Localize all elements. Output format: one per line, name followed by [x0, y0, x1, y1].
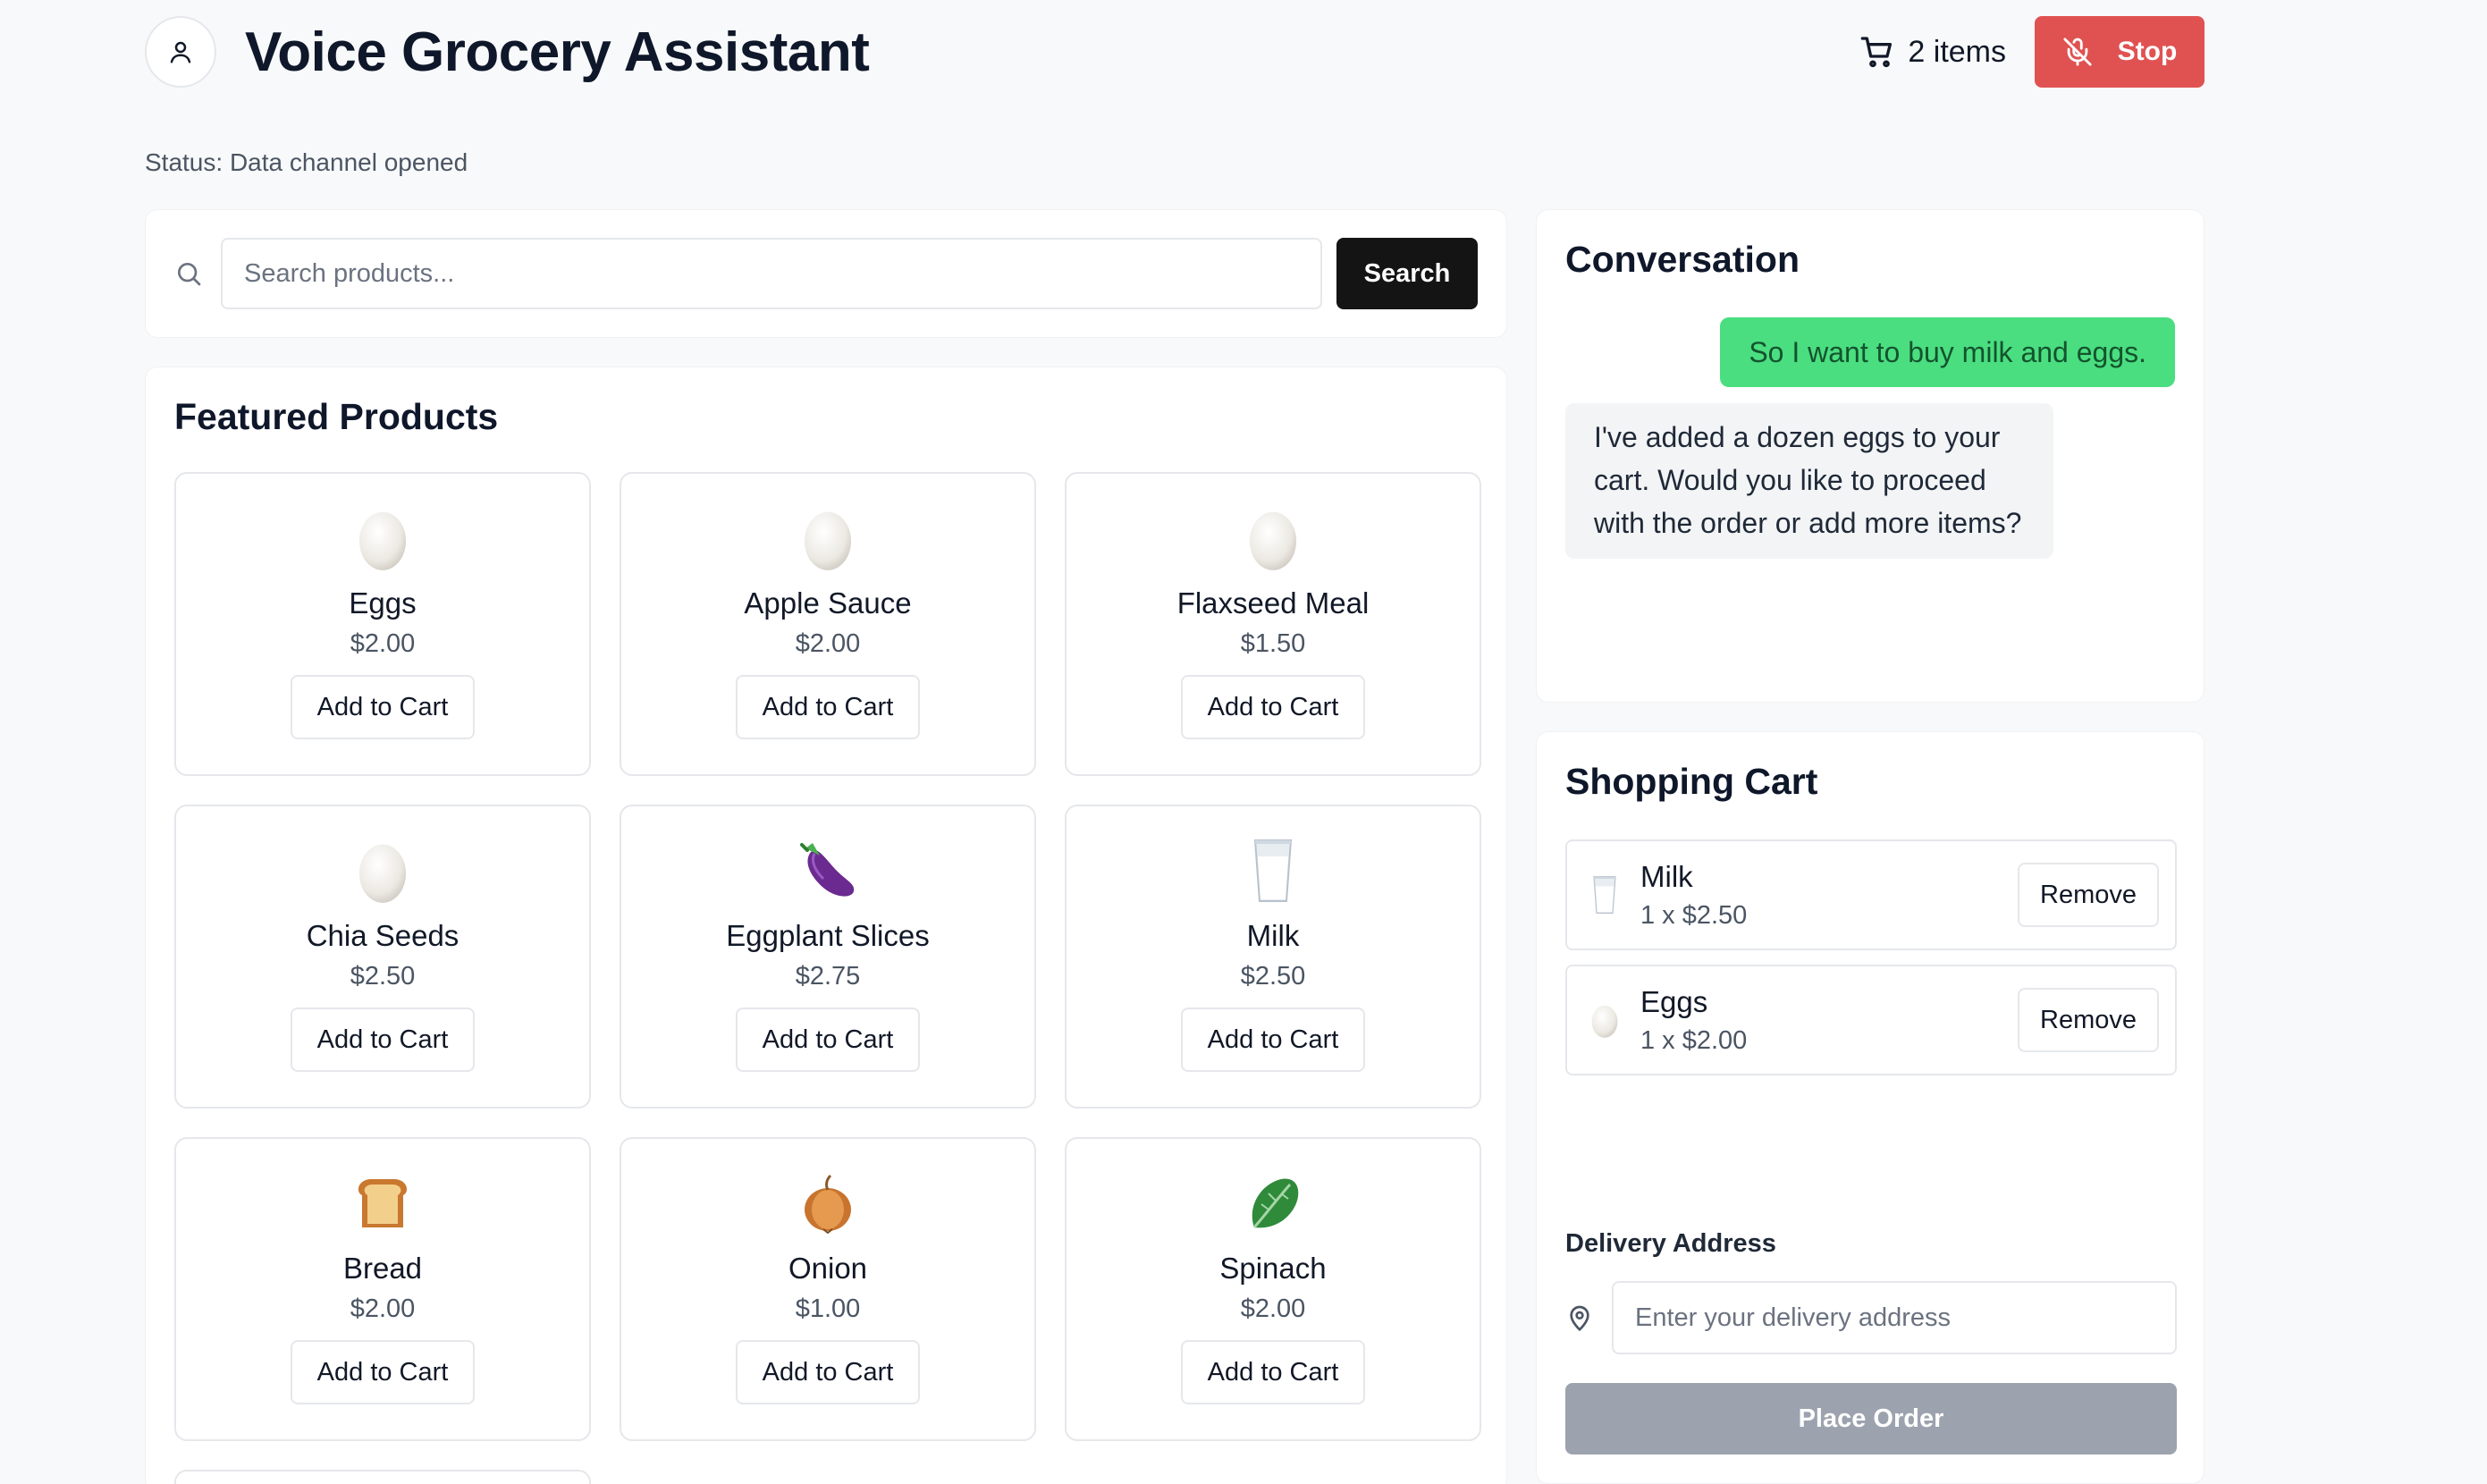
leafy-green-icon — [1242, 1169, 1304, 1237]
search-input[interactable] — [221, 238, 1322, 309]
milk-glass-icon — [1242, 837, 1304, 905]
product-card: Spinach $2.00 Add to Cart — [1065, 1137, 1481, 1441]
product-name: Apple Sauce — [744, 586, 912, 620]
product-name: Spinach — [1219, 1252, 1327, 1285]
product-card: Flaxseed Meal $1.50 Add to Cart — [1065, 472, 1481, 776]
egg-icon — [1587, 998, 1623, 1042]
cart-item-name: Milk — [1640, 859, 1693, 893]
egg-icon — [797, 504, 859, 572]
product-card: Milk $2.50 Add to Cart — [1065, 805, 1481, 1109]
product-price: $2.00 — [350, 1294, 416, 1323]
cart-item-quantity: 1 x $2.50 — [1640, 900, 1748, 930]
product-price: $2.50 — [350, 962, 416, 991]
product-name: Chia Seeds — [306, 919, 459, 952]
map-pin-icon — [1570, 1305, 1589, 1331]
add-to-cart-button[interactable]: Add to Cart — [736, 1340, 920, 1404]
cart-item-name: Eggs — [1640, 984, 1708, 1018]
add-to-cart-button[interactable]: Add to Cart — [291, 1008, 475, 1072]
product-card: Eggplant Slices $2.75 Add to Cart — [620, 805, 1036, 1109]
place-order-button[interactable]: Place Order — [1565, 1383, 2177, 1454]
shopping-cart-panel: Shopping Cart Milk 1 x $2.50 Remove Eggs… — [1536, 731, 2205, 1484]
conversation-title: Conversation — [1565, 239, 1800, 280]
remove-button[interactable]: Remove — [2018, 988, 2159, 1052]
add-to-cart-button[interactable]: Add to Cart — [736, 675, 920, 739]
cart-item: Milk 1 x $2.50 Remove — [1565, 839, 2177, 950]
product-card: Onion $1.00 Add to Cart — [620, 1137, 1036, 1441]
product-grid: Eggs $2.00 Add to Cart Apple Sauce $2.00… — [174, 472, 1481, 1484]
stop-label: Stop — [2117, 37, 2178, 66]
product-price: $2.00 — [350, 629, 416, 658]
search-icon — [178, 263, 201, 286]
add-to-cart-button[interactable]: Add to Cart — [291, 675, 475, 739]
product-card — [174, 1470, 591, 1484]
product-price: $2.00 — [1240, 1294, 1306, 1323]
delivery-address-row — [1565, 1281, 2177, 1354]
user-icon — [170, 41, 191, 63]
app-header: Voice Grocery Assistant 2 items Stop — [145, 0, 2205, 104]
search-button[interactable]: Search — [1336, 238, 1478, 309]
bread-icon — [351, 1169, 414, 1237]
cart-item: Eggs 1 x $2.00 Remove — [1565, 965, 2177, 1075]
status-text: Status: Data channel opened — [145, 148, 468, 176]
egg-icon — [351, 837, 414, 905]
product-name: Eggplant Slices — [726, 919, 930, 952]
mic-off-icon — [2063, 38, 2092, 66]
add-to-cart-button[interactable]: Add to Cart — [1181, 1008, 1365, 1072]
search-bar: Search — [145, 209, 1507, 338]
product-price: $1.50 — [1240, 629, 1306, 658]
onion-icon — [797, 1169, 859, 1237]
egg-icon — [1242, 504, 1304, 572]
cart-count-label: 2 items — [1908, 34, 2006, 69]
user-avatar[interactable] — [145, 16, 216, 88]
add-to-cart-button[interactable]: Add to Cart — [291, 1340, 475, 1404]
product-price: $2.00 — [795, 629, 861, 658]
milk-glass-icon — [1587, 873, 1623, 917]
featured-products-title: Featured Products — [174, 396, 499, 437]
user-message: So I want to buy milk and eggs. — [1720, 317, 2175, 387]
product-card: Bread $2.00 Add to Cart — [174, 1137, 591, 1441]
product-price: $1.00 — [795, 1294, 861, 1323]
delivery-address-label: Delivery Address — [1565, 1229, 1776, 1258]
product-card: Eggs $2.00 Add to Cart — [174, 472, 591, 776]
stop-button[interactable]: Stop — [2035, 16, 2205, 88]
product-name: Eggs — [349, 586, 417, 620]
product-price: $2.75 — [795, 962, 861, 991]
add-to-cart-button[interactable]: Add to Cart — [1181, 675, 1365, 739]
product-name: Onion — [788, 1252, 868, 1285]
remove-button[interactable]: Remove — [2018, 863, 2159, 927]
egg-icon — [351, 504, 414, 572]
cart-item-quantity: 1 x $2.00 — [1640, 1025, 1748, 1055]
add-to-cart-button[interactable]: Add to Cart — [736, 1008, 920, 1072]
eggplant-icon — [797, 837, 859, 905]
product-card: Apple Sauce $2.00 Add to Cart — [620, 472, 1036, 776]
add-to-cart-button[interactable]: Add to Cart — [1181, 1340, 1365, 1404]
delivery-address-input[interactable] — [1612, 1281, 2177, 1354]
product-name: Flaxseed Meal — [1176, 586, 1370, 620]
app-title: Voice Grocery Assistant — [245, 21, 870, 83]
product-name: Bread — [342, 1252, 423, 1285]
cart-count[interactable]: 2 items — [1859, 34, 2006, 70]
shopping-cart-icon — [1861, 37, 1893, 68]
featured-products-panel: Featured Products Eggs $2.00 Add to Cart… — [145, 367, 1507, 1484]
shopping-cart-title: Shopping Cart — [1565, 761, 1818, 802]
conversation-panel: Conversation So I want to buy milk and e… — [1536, 209, 2205, 703]
product-card: Chia Seeds $2.50 Add to Cart — [174, 805, 591, 1109]
assistant-message: I've added a dozen eggs to your cart. Wo… — [1565, 403, 2053, 559]
product-price: $2.50 — [1240, 962, 1306, 991]
product-name: Milk — [1246, 919, 1300, 952]
